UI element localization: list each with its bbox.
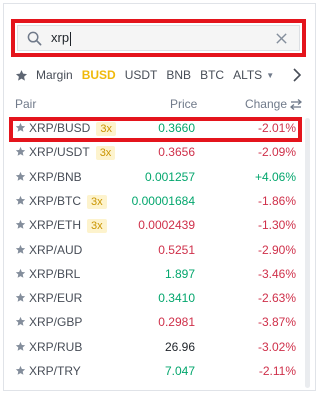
pair-name: XRP/BUSD 3x	[29, 121, 116, 136]
favorite-star-icon[interactable]	[15, 268, 26, 279]
tab-alts-label: ALTS	[233, 68, 263, 82]
pair-symbol: XRP/EUR	[29, 291, 83, 306]
pair-name: XRP/TRY	[29, 364, 81, 378]
pair-symbol: XRP/BRL	[29, 266, 81, 281]
favorite-star-icon[interactable]	[15, 195, 26, 206]
favorite-star-icon[interactable]	[15, 365, 26, 376]
pair-change: -2.11%	[258, 364, 296, 378]
favorite-star-icon[interactable]	[15, 341, 26, 352]
header-change-label: Change	[244, 97, 287, 111]
pair-name: XRP/BNB	[29, 170, 82, 184]
pair-price: 0.2981	[158, 315, 195, 330]
pair-name: XRP/RUB	[29, 340, 82, 354]
pair-name: XRP/USDT 3x	[29, 145, 116, 161]
pair-change: -1.30%	[257, 218, 296, 233]
pair-price: 7.047	[164, 364, 195, 378]
tab-usdt[interactable]: USDT	[125, 68, 158, 82]
pair-change: -3.02%	[257, 339, 296, 354]
pair-row[interactable]: XRP/USDT 3x 0.3656 -2.09%	[0, 141, 300, 165]
pair-price: 0.3660	[158, 121, 195, 135]
pair-change: +4.06%	[254, 169, 296, 184]
pair-change: -3.46%	[257, 266, 296, 281]
pair-price: 0.3656	[158, 145, 195, 160]
favorites-star-icon[interactable]	[15, 69, 28, 82]
pair-name: XRP/EUR	[29, 291, 82, 305]
leverage-badge: 3x	[95, 146, 116, 161]
pair-symbol: XRP/TRY	[29, 364, 81, 378]
search-input[interactable]: xrp	[51, 30, 275, 46]
favorite-star-icon[interactable]	[15, 146, 26, 157]
pair-row[interactable]: XRP/EUR 0.3410 -2.63%	[0, 287, 300, 311]
pair-symbol: XRP/BTC	[29, 193, 82, 208]
pair-row[interactable]: XRP/TRY 7.047 -2.11%	[0, 360, 300, 384]
pair-row[interactable]: XRP/BUSD 3x 0.3660 -2.01%	[0, 117, 300, 141]
leverage-badge: 3x	[87, 219, 107, 234]
header-pair[interactable]: Pair	[15, 97, 36, 111]
pair-price: 0.3410	[158, 291, 195, 306]
pair-row[interactable]: XRP/RUB 26.96 -3.02%	[0, 336, 300, 360]
pair-change: -2.63%	[257, 291, 296, 306]
market-tabs: Margin BUSD USDT BNB BTC ALTS ▼	[15, 66, 305, 84]
pair-row[interactable]: XRP/BTC 3x 0.00001684 -1.86%	[0, 190, 300, 214]
pair-name: XRP/BRL	[29, 267, 80, 281]
pair-row[interactable]: XRP/AUD 0.5251 -2.90%	[0, 239, 300, 263]
pair-change: -2.90%	[257, 242, 296, 257]
pair-price: 1.897	[164, 266, 195, 281]
pair-symbol: XRP/GBP	[29, 315, 83, 330]
tab-margin[interactable]: Margin	[36, 68, 73, 82]
header-change[interactable]: Change	[245, 97, 302, 111]
favorite-star-icon[interactable]	[15, 171, 26, 182]
pair-price: 0.5251	[158, 242, 195, 257]
pair-row[interactable]: XRP/BRL 1.897 -3.46%	[0, 263, 300, 287]
pair-name: XRP/BTC 3x	[29, 194, 107, 209]
tab-alts[interactable]: ALTS ▼	[233, 68, 274, 82]
tab-busd[interactable]: BUSD	[82, 68, 116, 82]
pair-symbol: XRP/BNB	[29, 169, 82, 184]
scrollbar[interactable]	[305, 118, 310, 388]
favorite-star-icon[interactable]	[15, 316, 26, 327]
pair-price: 0.0002439	[138, 218, 195, 233]
pair-price: 0.00001684	[131, 193, 195, 208]
pair-symbol: XRP/AUD	[29, 242, 83, 257]
chevron-right-icon[interactable]	[292, 66, 301, 84]
leverage-badge: 3x	[96, 122, 116, 136]
pair-change: -2.09%	[257, 145, 296, 160]
pair-change: -1.86%	[257, 193, 296, 208]
header-price[interactable]: Price	[170, 97, 197, 111]
pair-symbol: XRP/USDT	[29, 145, 90, 160]
list-header: Pair Price Change	[15, 97, 302, 113]
pair-row[interactable]: XRP/ETH 3x 0.0002439 -1.30%	[0, 214, 300, 238]
leverage-badge: 3x	[87, 194, 107, 209]
chevron-down-icon: ▼	[266, 70, 275, 80]
search-highlight-box: xrp	[11, 19, 306, 57]
pair-change: -3.87%	[257, 315, 296, 330]
favorite-star-icon[interactable]	[15, 122, 26, 133]
pair-price: 26.96	[164, 339, 195, 354]
close-icon[interactable]	[275, 31, 289, 45]
pair-row[interactable]: XRP/BNB 0.001257 +4.06%	[0, 166, 300, 190]
search-icon	[27, 29, 45, 47]
tab-bnb[interactable]: BNB	[166, 68, 191, 82]
tab-btc[interactable]: BTC	[200, 68, 224, 82]
pair-name: XRP/AUD	[29, 243, 82, 257]
favorite-star-icon[interactable]	[15, 244, 26, 255]
pair-row[interactable]: XRP/GBP 0.2981 -3.87%	[0, 311, 300, 335]
favorite-star-icon[interactable]	[15, 219, 26, 230]
swap-icon[interactable]	[290, 98, 302, 110]
pair-price: 0.001257	[144, 169, 195, 184]
pair-name: XRP/GBP	[29, 315, 82, 329]
search-box[interactable]: xrp	[17, 25, 300, 51]
pair-symbol: XRP/RUB	[29, 339, 83, 354]
pair-symbol: XRP/ETH	[29, 218, 82, 233]
pair-name: XRP/ETH 3x	[29, 218, 107, 234]
favorite-star-icon[interactable]	[15, 292, 26, 303]
pair-symbol: XRP/BUSD	[29, 121, 91, 135]
pair-change: -2.01%	[257, 121, 296, 135]
